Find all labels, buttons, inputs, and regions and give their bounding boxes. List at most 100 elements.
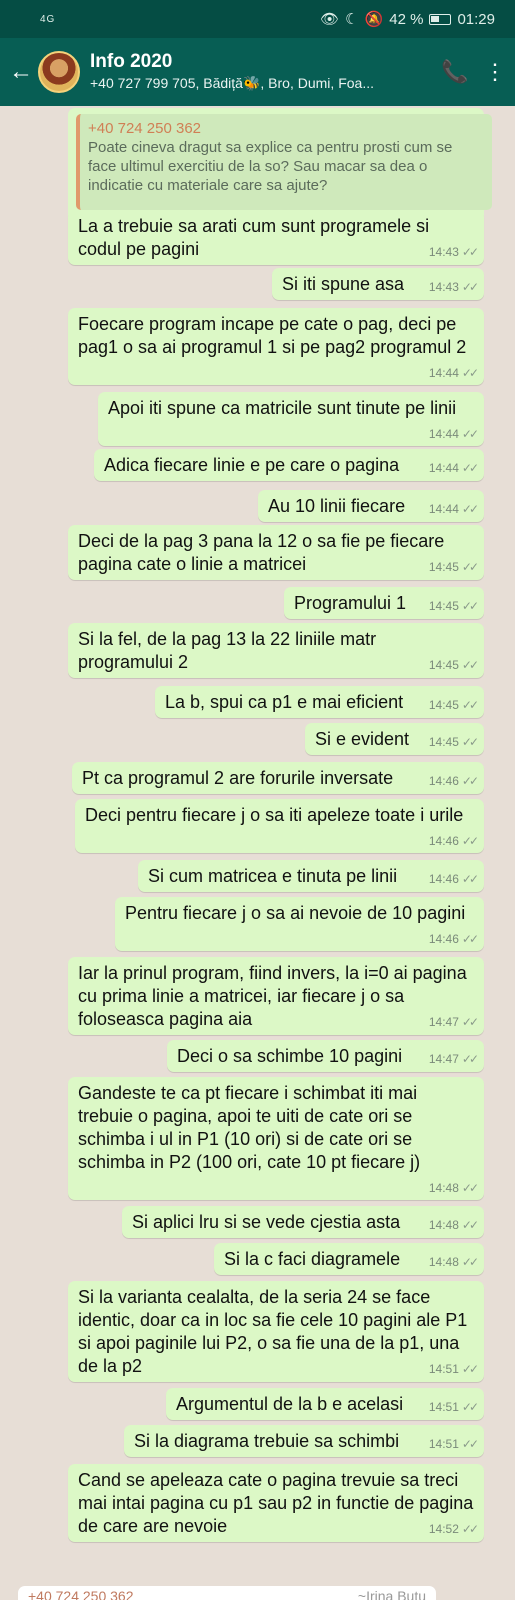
message-time: 14:51 xyxy=(428,1362,459,1376)
message-meta: 14:51 ✓✓ xyxy=(429,1399,479,1415)
message-text: Si la c faci diagramele xyxy=(224,1249,401,1269)
double-check-icon: ✓✓ xyxy=(461,1015,479,1029)
message-meta: 14:47 ✓✓ xyxy=(429,1014,479,1030)
signal-indicator: 4G xyxy=(40,13,56,25)
message-meta: 14:43 ✓✓ xyxy=(428,244,479,260)
message-text: Au 10 linii fiecare xyxy=(268,496,406,516)
message-bubble[interactable]: Deci o sa schimbe 10 pagini 14:47 ✓✓ xyxy=(167,1040,484,1072)
message-meta: 14:46 ✓✓ xyxy=(429,871,479,887)
message-bubble[interactable]: Au 10 linii fiecare 14:44 ✓✓ xyxy=(258,490,484,522)
message-time: 14:44 xyxy=(428,427,459,441)
message-bubble[interactable]: Cand se apeleaza cate o pagina trevuie s… xyxy=(68,1464,484,1542)
message-text: La b, spui ca p1 e mai eficient xyxy=(165,692,404,712)
add-call-icon[interactable]: 📞 xyxy=(435,59,475,85)
message-text: Gandeste te ca pt fiecare i schimbat iti… xyxy=(78,1083,421,1172)
message-time: 14:48 xyxy=(428,1218,459,1232)
message-time: 14:48 xyxy=(428,1181,459,1195)
message-text: Cand se apeleaza cate o pagina trevuie s… xyxy=(78,1470,474,1536)
message-time: 14:51 xyxy=(428,1437,459,1451)
next-message-peek[interactable]: +40 724 250 362 ~Irina Butu xyxy=(18,1586,436,1600)
quoted-message[interactable]: +40 724 250 362 Poate cineva dragut sa e… xyxy=(76,114,492,210)
message-bubble[interactable]: Gandeste te ca pt fiecare i schimbat iti… xyxy=(68,1077,484,1200)
message-bubble[interactable]: Argumentul de la b e acelasi 14:51 ✓✓ xyxy=(166,1388,484,1420)
message-bubble[interactable]: Foecare program incape pe cate o pag, de… xyxy=(68,308,484,385)
message-text: Si iti spune asa xyxy=(282,274,405,294)
double-check-icon: ✓✓ xyxy=(461,560,479,574)
message-text: La a trebuie sa arati cum sunt programel… xyxy=(78,216,430,259)
message-text: Si e evident xyxy=(315,729,410,749)
double-check-icon: ✓✓ xyxy=(461,427,479,441)
moon-icon: ☾ xyxy=(345,11,359,28)
message-bubble[interactable]: Si iti spune asa 14:43 ✓✓ xyxy=(272,268,484,300)
message-meta: 14:46 ✓✓ xyxy=(429,773,479,789)
double-check-icon: ✓✓ xyxy=(461,1218,479,1232)
double-check-icon: ✓✓ xyxy=(461,834,479,848)
peek-name: ~Irina Butu xyxy=(357,1588,426,1600)
message-bubble[interactable]: Iar la prinul program, fiind invers, la … xyxy=(68,957,484,1035)
message-bubble[interactable]: Programului 1 14:45 ✓✓ xyxy=(284,587,484,619)
chat-title-area[interactable]: Info 2020 +40 727 799 705, Bădiță🐝, Bro,… xyxy=(90,51,435,93)
group-title: Info 2020 xyxy=(90,51,173,72)
message-time: 14:46 xyxy=(428,932,459,946)
message-time: 14:43 xyxy=(428,280,459,294)
message-text: Deci o sa schimbe 10 pagini xyxy=(177,1046,403,1066)
message-meta: 14:45 ✓✓ xyxy=(428,734,479,750)
message-text: Argumentul de la b e acelasi xyxy=(176,1394,404,1414)
message-bubble[interactable]: Si la diagrama trebuie sa schimbi 14:51 ✓✓ xyxy=(124,1425,484,1457)
quoted-author: +40 724 250 362 xyxy=(88,120,202,137)
message-bubble[interactable]: Si e evident 14:45 ✓✓ xyxy=(305,723,484,755)
message-text: Deci pentru fiecare j o sa iti apeleze t… xyxy=(85,805,464,825)
message-meta: 14:45 ✓✓ xyxy=(428,697,479,713)
message-time: 14:43 xyxy=(428,245,459,259)
back-arrow-icon[interactable]: ← xyxy=(4,58,38,86)
message-meta: 14:51 ✓✓ xyxy=(428,1436,479,1452)
quoted-text: Poate cineva dragut sa explice ca pentru… xyxy=(88,139,453,194)
double-check-icon: ✓✓ xyxy=(461,1255,479,1269)
message-meta: 14:44 ✓✓ xyxy=(429,460,479,476)
message-bubble[interactable]: Pentru fiecare j o sa ai nevoie de 10 pa… xyxy=(115,897,484,951)
message-text: Si cum matricea e tinuta pe linii xyxy=(148,866,398,886)
message-bubble[interactable]: Adica fiecare linie e pe care o pagina 14… xyxy=(94,449,484,481)
battery-percent: 42 % xyxy=(389,10,424,28)
message-meta: 14:45 ✓✓ xyxy=(429,559,479,575)
double-check-icon: ✓✓ xyxy=(461,658,479,672)
group-avatar[interactable] xyxy=(38,51,80,93)
message-meta: 14:48 ✓✓ xyxy=(428,1217,479,1233)
message-bubble[interactable]: Si la fel, de la pag 13 la 22 liniile ma… xyxy=(68,623,484,678)
message-text: Si la diagrama trebuie sa schimbi xyxy=(134,1431,400,1451)
message-bubble[interactable]: Deci pentru fiecare j o sa iti apeleze t… xyxy=(75,799,484,853)
peek-author: +40 724 250 362 xyxy=(28,1588,134,1600)
message-bubble[interactable]: Si cum matricea e tinuta pe linii 14:46 ✓✓ xyxy=(138,860,484,892)
message-bubble[interactable]: Si la c faci diagramele 14:48 ✓✓ xyxy=(214,1243,484,1275)
double-check-icon: ✓✓ xyxy=(461,502,479,516)
message-meta: 14:44 ✓✓ xyxy=(429,365,479,381)
more-options-icon[interactable]: ⋮ xyxy=(475,59,515,85)
mute-bell-icon: 🔕 xyxy=(364,11,384,28)
message-text: Deci de la pag 3 pana la 12 o sa fie pe … xyxy=(78,531,445,574)
double-check-icon: ✓✓ xyxy=(461,461,479,475)
eye-icon: 👁 xyxy=(320,11,340,28)
message-bubble[interactable]: Si la varianta cealalta, de la seria 24 … xyxy=(68,1281,484,1382)
double-check-icon: ✓✓ xyxy=(461,245,479,259)
message-bubble[interactable]: Pt ca programul 2 are forurile inversate… xyxy=(72,762,484,794)
message-time: 14:44 xyxy=(428,502,459,516)
message-time: 14:45 xyxy=(428,698,459,712)
message-bubble[interactable]: Deci de la pag 3 pana la 12 o sa fie pe … xyxy=(68,525,484,580)
message-time: 14:45 xyxy=(428,658,459,672)
message-bubble[interactable]: La a trebuie sa arati cum sunt programel… xyxy=(68,210,484,265)
message-time: 14:45 xyxy=(428,599,459,613)
message-meta: 14:47 ✓✓ xyxy=(428,1051,479,1067)
double-check-icon: ✓✓ xyxy=(461,698,479,712)
message-meta: 14:48 ✓✓ xyxy=(428,1254,479,1270)
message-time: 14:48 xyxy=(428,1255,459,1269)
message-time: 14:47 xyxy=(428,1052,459,1066)
message-time: 14:45 xyxy=(428,735,459,749)
message-bubble[interactable]: La b, spui ca p1 e mai eficient 14:45 ✓✓ xyxy=(155,686,484,718)
message-text: Si aplici lru si se vede cjestia asta xyxy=(132,1212,401,1232)
double-check-icon: ✓✓ xyxy=(461,1052,479,1066)
message-text: Si la fel, de la pag 13 la 22 liniile ma… xyxy=(78,629,377,672)
double-check-icon: ✓✓ xyxy=(461,599,479,613)
message-bubble[interactable]: Si aplici lru si se vede cjestia asta 14:… xyxy=(122,1206,484,1238)
double-check-icon: ✓✓ xyxy=(461,1437,479,1451)
message-bubble[interactable]: Apoi iti spune ca matricile sunt tinute … xyxy=(98,392,484,446)
